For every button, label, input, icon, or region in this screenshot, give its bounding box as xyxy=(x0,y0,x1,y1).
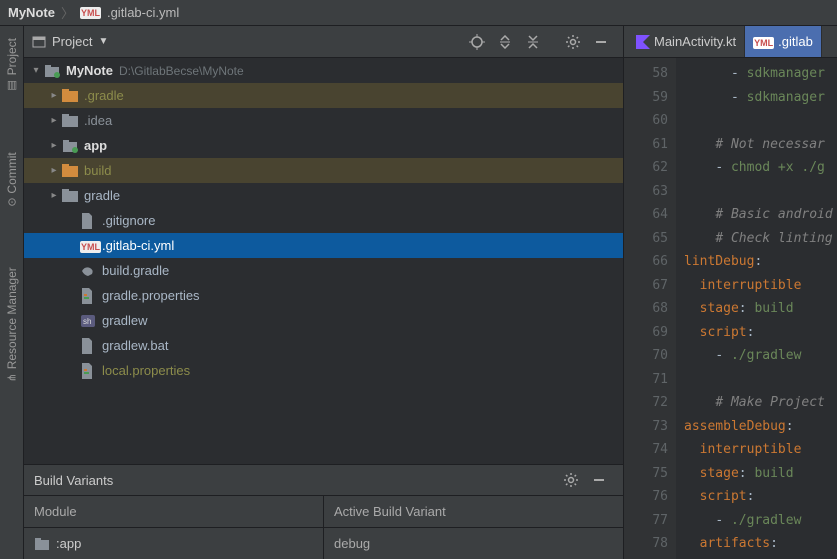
folder-icon xyxy=(62,89,80,102)
file-icon xyxy=(80,213,98,229)
module-icon xyxy=(34,537,50,551)
build-variants-panel: Build Variants Module Active Build Varia… xyxy=(24,464,623,559)
commit-icon: ⊙ xyxy=(5,198,18,207)
yml-icon: YML xyxy=(80,7,101,19)
svg-text:sh: sh xyxy=(83,317,91,326)
tree-folder-gradle[interactable]: ▸ .gradle xyxy=(24,83,623,108)
module-name: :app xyxy=(56,536,81,551)
folder-icon: ▥ xyxy=(5,79,18,92)
arrow-collapsed-icon[interactable]: ▸ xyxy=(46,90,62,101)
breadcrumb: MyNote 〉 YML .gitlab-ci.yml xyxy=(0,0,837,26)
gradle-icon xyxy=(80,264,98,278)
rail-commit[interactable]: ⊙ Commit xyxy=(5,152,19,207)
tree-folder-idea[interactable]: ▸ .idea xyxy=(24,108,623,133)
folder-icon xyxy=(62,164,80,177)
rail-resource-manager[interactable]: ⋔ Resource Manager xyxy=(5,267,19,382)
variants-table-header: Module Active Build Variant xyxy=(24,495,623,528)
file-icon xyxy=(80,338,98,354)
left-tool-rail: ▥ Project ⊙ Commit ⋔ Resource Manager xyxy=(0,26,24,559)
tree-file-gitignore[interactable]: .gitignore xyxy=(24,208,623,233)
properties-icon xyxy=(80,363,98,379)
folder-icon xyxy=(62,189,80,202)
tree-folder-app[interactable]: ▸ app xyxy=(24,133,623,158)
arrow-collapsed-icon[interactable]: ▸ xyxy=(46,165,62,176)
col-variant: Active Build Variant xyxy=(324,496,623,527)
tree-folder-build[interactable]: ▸ build xyxy=(24,158,623,183)
rail-project[interactable]: ▥ Project xyxy=(5,38,19,92)
project-tree[interactable]: ▾ MyNote D:\GitlabBecse\MyNote ▸ .gradle… xyxy=(24,58,623,464)
editor-code[interactable]: - sdkmanager - sdkmanager # Not necessar… xyxy=(676,58,837,559)
project-toolbar: Project ▼ xyxy=(24,26,623,58)
collapse-all-icon[interactable] xyxy=(524,33,542,51)
tree-folder-gradle2[interactable]: ▸ gradle xyxy=(24,183,623,208)
gear-icon[interactable] xyxy=(562,471,580,489)
project-view-selector[interactable]: Project ▼ xyxy=(32,34,108,49)
shell-icon: sh xyxy=(80,314,98,328)
resources-icon: ⋔ xyxy=(5,373,18,382)
variants-table-row[interactable]: :app debug xyxy=(24,528,623,559)
kotlin-icon xyxy=(636,35,650,49)
tab-gitlabci[interactable]: YML .gitlab xyxy=(745,26,822,57)
yml-icon: YML xyxy=(80,238,98,253)
tree-file-gradleprops[interactable]: gradle.properties xyxy=(24,283,623,308)
editor-gutter: 5859606162636465666768697071727374757677… xyxy=(624,58,676,559)
breadcrumb-file[interactable]: .gitlab-ci.yml xyxy=(107,5,179,20)
editor-tabs: MainActivity.kt YML .gitlab xyxy=(624,26,837,58)
variant-value[interactable]: debug xyxy=(324,528,623,559)
minimize-icon[interactable] xyxy=(592,33,610,51)
expand-all-icon[interactable] xyxy=(496,33,514,51)
col-module: Module xyxy=(24,496,324,527)
yml-icon: YML xyxy=(753,34,774,49)
arrow-collapsed-icon[interactable]: ▸ xyxy=(46,140,62,151)
tree-file-gitlabci[interactable]: YML .gitlab-ci.yml xyxy=(24,233,623,258)
code-editor[interactable]: 5859606162636465666768697071727374757677… xyxy=(624,58,837,559)
arrow-collapsed-icon[interactable]: ▸ xyxy=(46,115,62,126)
tab-mainactivity[interactable]: MainActivity.kt xyxy=(628,26,745,57)
folder-icon xyxy=(62,114,80,127)
arrow-expanded-icon[interactable]: ▾ xyxy=(28,65,44,76)
breadcrumb-project[interactable]: MyNote xyxy=(8,5,55,20)
tree-file-localprops[interactable]: local.properties xyxy=(24,358,623,383)
gear-icon[interactable] xyxy=(564,33,582,51)
tree-file-buildgradle[interactable]: build.gradle xyxy=(24,258,623,283)
module-icon xyxy=(62,139,80,153)
tree-root[interactable]: ▾ MyNote D:\GitlabBecse\MyNote xyxy=(24,58,623,83)
minimize-icon[interactable] xyxy=(590,471,608,489)
tree-file-gradlew[interactable]: sh gradlew xyxy=(24,308,623,333)
build-variants-title: Build Variants xyxy=(34,473,113,488)
chevron-right-icon: 〉 xyxy=(61,3,74,22)
tree-file-gradlewbat[interactable]: gradlew.bat xyxy=(24,333,623,358)
project-view-icon xyxy=(32,35,46,49)
arrow-collapsed-icon[interactable]: ▸ xyxy=(46,190,62,201)
module-icon xyxy=(44,64,62,78)
chevron-down-icon: ▼ xyxy=(98,36,108,47)
properties-icon xyxy=(80,288,98,304)
locate-icon[interactable] xyxy=(468,33,486,51)
